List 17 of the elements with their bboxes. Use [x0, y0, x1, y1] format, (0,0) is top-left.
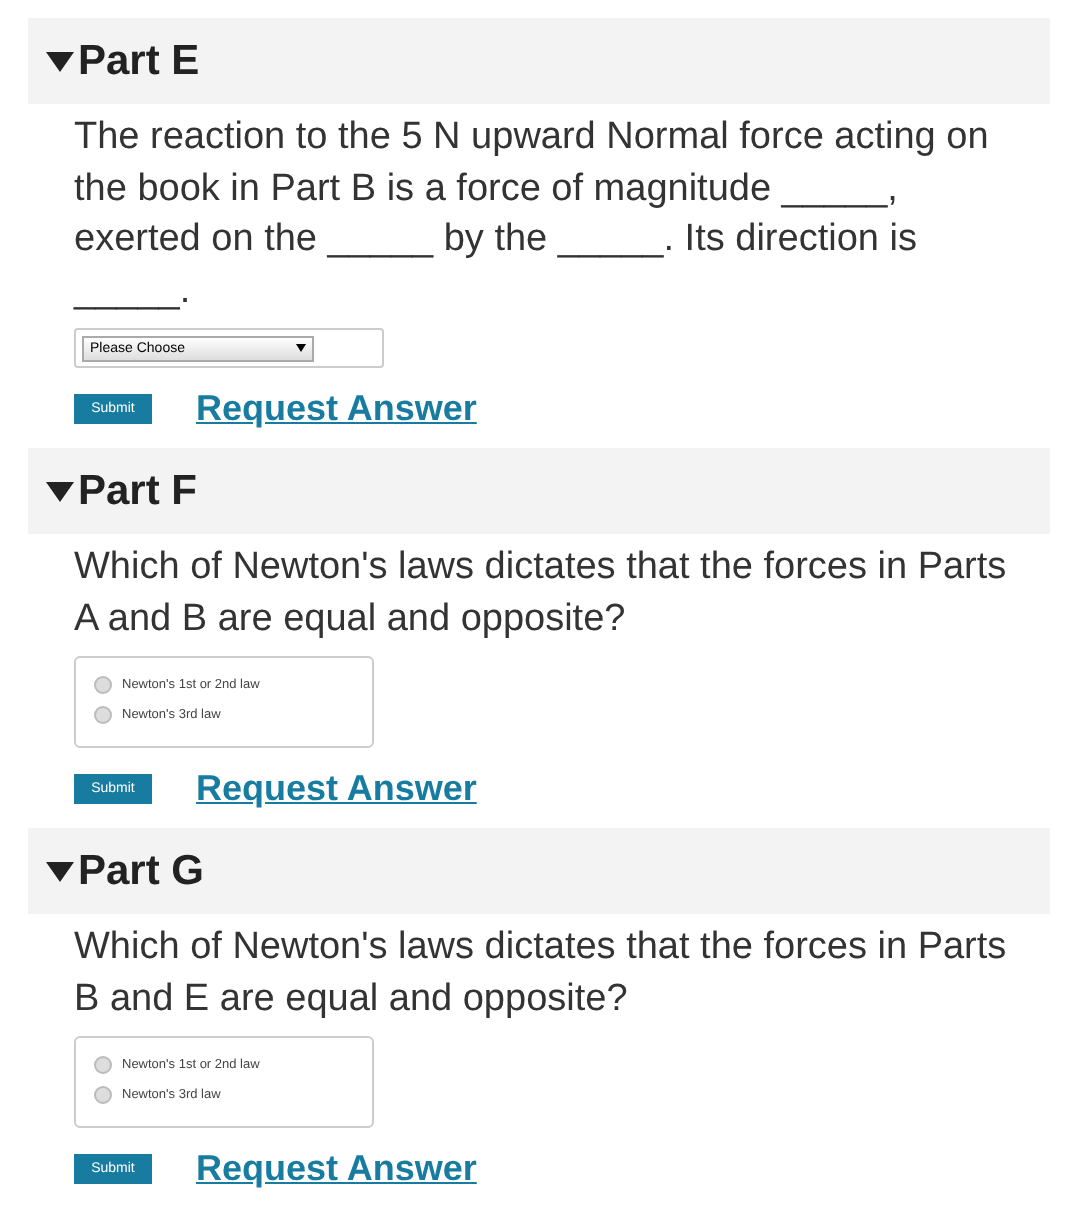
- request-answer-link[interactable]: Request Answer: [196, 388, 477, 430]
- radio-button[interactable]: [94, 1085, 112, 1103]
- part-title: Part F: [78, 467, 198, 515]
- radio-button[interactable]: [94, 1055, 112, 1073]
- part-header[interactable]: Part E: [28, 18, 1050, 104]
- radio-button[interactable]: [94, 675, 112, 693]
- part-title: Part E: [78, 37, 200, 85]
- part-header[interactable]: Part F: [28, 448, 1050, 534]
- question-text: Which of Newton's laws dictates that the forces in Parts B and E are equal and opposite?: [74, 924, 1009, 1023]
- part-title: Part G: [78, 847, 205, 895]
- request-answer-link[interactable]: Request Answer: [196, 768, 477, 810]
- part-header[interactable]: Part G: [28, 828, 1050, 914]
- question-text: The reaction to the 5 N upward Normal force acting on the book in Part B is a force of magnitude _____, exerted on the _____ by the _____. Its direction is _____.: [74, 114, 991, 315]
- radio-button[interactable]: [94, 705, 112, 723]
- request-answer-link[interactable]: Request Answer: [196, 1148, 477, 1190]
- question-text: Which of Newton's laws dictates that the forces in Parts A and B are equal and opposite?: [74, 544, 1009, 643]
- dropdown-arrow-icon: [296, 344, 306, 352]
